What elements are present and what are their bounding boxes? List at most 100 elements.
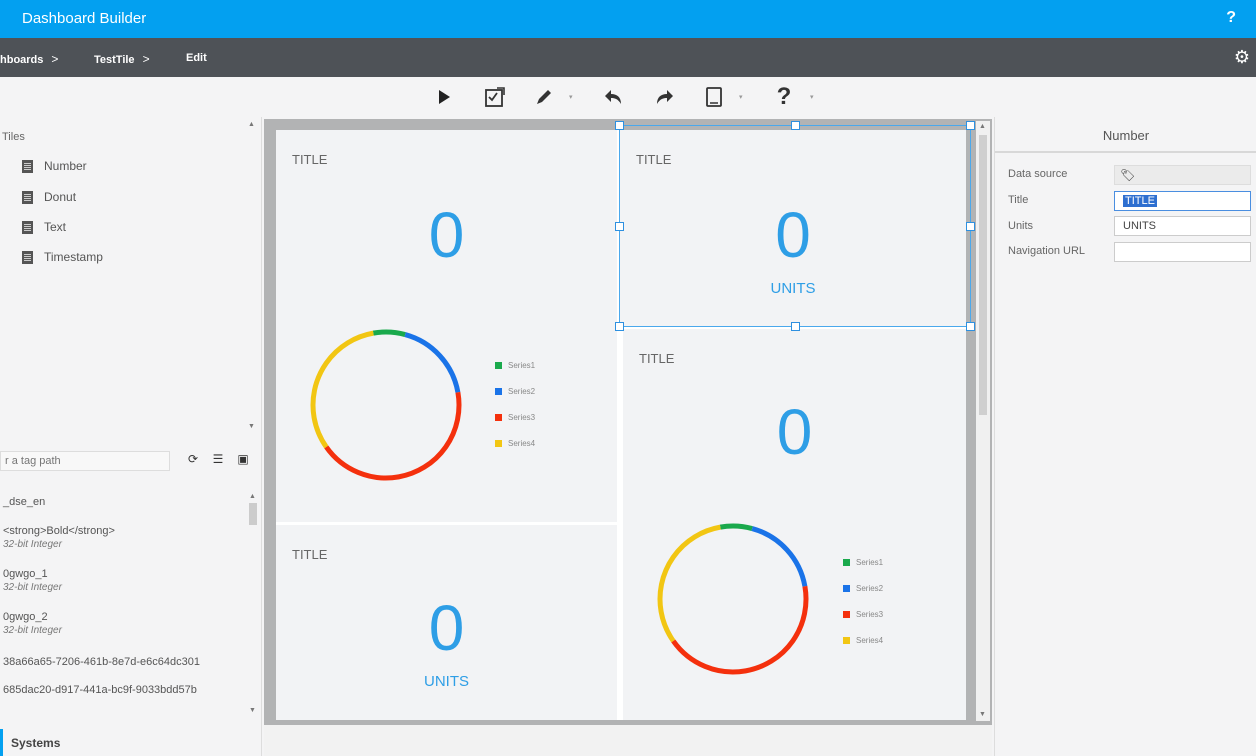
- systems-tab[interactable]: Systems: [0, 729, 262, 756]
- legend-series3: Series3: [843, 601, 883, 627]
- legend-swatch: [843, 558, 850, 566]
- tag-item[interactable]: _dse_en: [3, 496, 45, 508]
- title-field[interactable]: TITLE: [1114, 191, 1251, 211]
- scroll-down-icon[interactable]: ▼: [249, 707, 256, 714]
- donut-chart: [310, 329, 462, 481]
- device-preview-button[interactable]: [702, 85, 726, 109]
- donut-segment-1: [657, 523, 809, 675]
- tag-item[interactable]: <strong>Bold</strong> 32-bit Integer: [3, 525, 115, 550]
- toolbar: ▾ ▾ ? ▾: [0, 77, 1256, 117]
- number-tile[interactable]: TITLE 0 UNITS: [276, 525, 617, 720]
- app-title: Dashboard Builder: [22, 10, 147, 27]
- tag-item[interactable]: 0gwgo_2 32-bit Integer: [3, 611, 62, 636]
- units-field[interactable]: UNITS: [1114, 216, 1251, 236]
- redo-icon: [657, 90, 673, 104]
- validate-button[interactable]: [483, 85, 507, 109]
- scroll-up-icon[interactable]: ▲: [249, 493, 256, 500]
- legend-swatch: [495, 439, 502, 447]
- app-title-bar: Dashboard Builder ?: [0, 0, 1256, 38]
- tablet-icon: [706, 87, 722, 107]
- legend-series3: Series3: [495, 404, 535, 430]
- list-icon[interactable]: ☰: [211, 452, 225, 466]
- export-icon[interactable]: ▣: [236, 452, 250, 466]
- scroll-down-icon[interactable]: ▼: [979, 711, 986, 718]
- donut-segment-3: [657, 523, 809, 675]
- resize-handle-e[interactable]: [966, 222, 975, 231]
- document-icon: [22, 250, 33, 264]
- pencil-icon: [537, 90, 551, 104]
- help-icon: ?: [776, 83, 792, 110]
- donut-segment-3: [310, 329, 462, 481]
- breadcrumb-edit[interactable]: Edit: [186, 52, 207, 64]
- donut-segment-1: [310, 329, 462, 481]
- tile-units: UNITS: [424, 673, 469, 690]
- chevron-down-icon[interactable]: ▾: [569, 93, 573, 101]
- navigation-url-field[interactable]: [1114, 242, 1251, 262]
- tiles-scrollbar[interactable]: ▲ ▼: [247, 121, 257, 431]
- number-donut-tile[interactable]: TITLE 0 Series1 Series2 Series3 Series4: [623, 329, 966, 720]
- tag-path-search-input[interactable]: [0, 451, 170, 471]
- resize-handle-nw[interactable]: [615, 121, 624, 130]
- play-icon: [439, 90, 450, 104]
- tag-icon[interactable]: 🏷: [1120, 168, 1135, 182]
- scroll-thumb[interactable]: [979, 135, 987, 415]
- donut-segment-4: [310, 329, 462, 481]
- tag-item[interactable]: 38a66a65-7206-461b-8e7d-e6c64dc301: [3, 656, 200, 668]
- resize-handle-se[interactable]: [966, 322, 975, 331]
- refresh-icon[interactable]: ⟳: [186, 452, 200, 466]
- title-label: Title: [1008, 194, 1029, 206]
- tag-item[interactable]: 0gwgo_1 32-bit Integer: [3, 568, 62, 593]
- legend-swatch: [495, 387, 502, 395]
- tiles-heading: Tiles: [2, 131, 25, 143]
- breadcrumb-testtile[interactable]: TestTile >: [94, 52, 150, 66]
- properties-panel: Number Data source 🏷 Title TITLE Units U…: [994, 117, 1256, 756]
- data-source-field[interactable]: 🏷: [1114, 165, 1251, 185]
- scroll-up-icon[interactable]: ▲: [248, 121, 255, 128]
- tags-scrollbar[interactable]: ▲ ▼: [248, 493, 258, 715]
- help-button[interactable]: ?: [772, 83, 796, 110]
- redo-button[interactable]: [652, 85, 676, 109]
- donut-segment-2: [310, 329, 462, 481]
- help-icon[interactable]: ?: [1226, 9, 1236, 27]
- tag-item[interactable]: 685dac20-d917-441a-bc9f-9033bdd57b: [3, 684, 197, 696]
- properties-title: Number: [995, 117, 1256, 153]
- scroll-up-icon[interactable]: ▲: [979, 123, 986, 130]
- tile-item-text[interactable]: Text: [22, 217, 66, 237]
- canvas-scrollbar[interactable]: ▲ ▼: [976, 121, 990, 721]
- play-button[interactable]: [432, 85, 456, 109]
- resize-handle-w[interactable]: [615, 222, 624, 231]
- scroll-down-icon[interactable]: ▼: [248, 423, 255, 430]
- donut-legend: Series1 Series2 Series3 Series4: [495, 352, 535, 456]
- tile-title: TITLE: [292, 152, 328, 167]
- legend-series1: Series1: [495, 352, 535, 378]
- chevron-down-icon[interactable]: ▾: [739, 93, 743, 101]
- breadcrumb-dashboards[interactable]: hboards >: [0, 52, 58, 66]
- undo-button[interactable]: [602, 85, 626, 109]
- scroll-thumb[interactable]: [249, 503, 257, 525]
- edit-button[interactable]: [532, 85, 556, 109]
- resize-handle-ne[interactable]: [966, 121, 975, 130]
- checklist-icon: [485, 87, 505, 107]
- legend-swatch: [843, 610, 850, 618]
- document-icon: [22, 159, 33, 173]
- tile-item-donut[interactable]: Donut: [22, 187, 76, 207]
- tile-value: 0: [428, 592, 465, 664]
- gear-icon[interactable]: ⚙: [1234, 47, 1250, 68]
- legend-series2: Series2: [843, 575, 883, 601]
- resize-handle-s[interactable]: [791, 322, 800, 331]
- navigation-url-label: Navigation URL: [1008, 245, 1086, 257]
- tile-title: TITLE: [639, 351, 675, 366]
- document-icon: [22, 220, 33, 234]
- tile-item-timestamp[interactable]: Timestamp: [22, 247, 103, 267]
- tile-title: TITLE: [292, 547, 328, 562]
- resize-handle-n[interactable]: [791, 121, 800, 130]
- chevron-down-icon[interactable]: ▾: [810, 93, 814, 101]
- legend-swatch: [843, 636, 850, 644]
- number-donut-tile[interactable]: TITLE 0 Series1 Series2 Series3 Series4: [276, 130, 617, 522]
- resize-handle-sw[interactable]: [615, 322, 624, 331]
- undo-icon: [605, 90, 621, 104]
- tile-value: 0: [776, 396, 813, 468]
- tile-item-number[interactable]: Number: [22, 156, 87, 176]
- selection-outline: [619, 125, 971, 327]
- legend-swatch: [495, 413, 502, 421]
